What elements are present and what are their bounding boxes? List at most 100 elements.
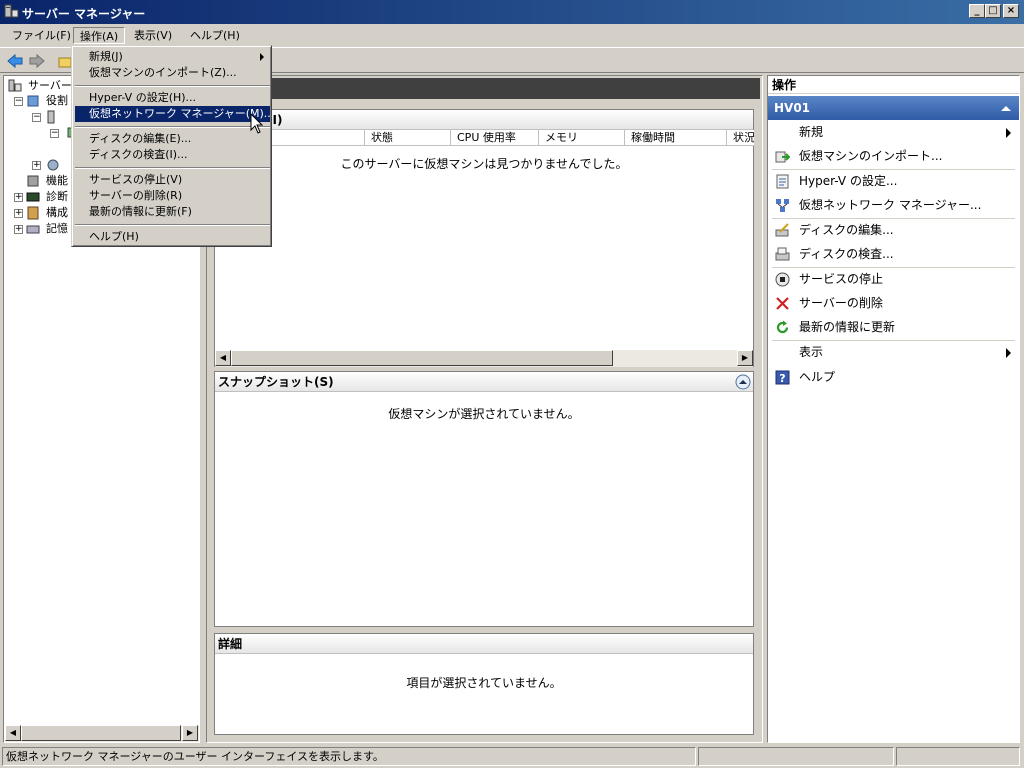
help-icon: ? xyxy=(775,370,790,385)
expand-icon[interactable]: + xyxy=(32,161,41,170)
action-help[interactable]: ? ヘルプ xyxy=(768,366,1019,388)
network-icon xyxy=(776,199,789,212)
submenu-arrow-icon xyxy=(260,53,264,61)
action-virtual-network-manager[interactable]: 仮想ネットワーク マネージャー... xyxy=(768,194,1019,216)
column-status[interactable]: 状況 xyxy=(727,130,754,146)
collapse-icon[interactable]: − xyxy=(32,113,41,122)
menu-item-virtual-network-manager[interactable]: 仮想ネットワーク マネージャー(M)... xyxy=(75,106,274,122)
forward-arrow-icon[interactable] xyxy=(28,52,46,70)
action-inspect-disk[interactable]: ディスクの検査... xyxy=(768,243,1019,265)
scroll-left-icon[interactable]: ◀ xyxy=(5,725,21,741)
status-cell-2 xyxy=(698,747,894,766)
actions-pane: 操作 HV01 新規 仮想マシンのインポート... Hyper-V の設定...… xyxy=(767,75,1020,743)
inspect-disk-icon xyxy=(775,247,790,261)
back-arrow-icon[interactable] xyxy=(6,52,24,70)
scroll-right-icon[interactable]: ▶ xyxy=(737,350,753,366)
menu-item-refresh[interactable]: 最新の情報に更新(F) xyxy=(75,204,270,220)
center-pane: (I) 状態 CPU 使用率 メモリ 稼働時間 状況 このサーバーに仮想マシンは… xyxy=(206,75,763,743)
action-refresh[interactable]: 最新の情報に更新 xyxy=(768,316,1019,338)
tree-item-label: サーバー xyxy=(28,79,72,92)
expand-icon[interactable]: + xyxy=(14,225,23,234)
column-memory[interactable]: メモリ xyxy=(539,130,625,146)
action-stop-service[interactable]: サービスの停止 xyxy=(768,268,1019,290)
menu-item-new[interactable]: 新規(J) xyxy=(75,49,270,65)
details-panel-header: 詳細 xyxy=(215,634,753,654)
vm-horizontal-scrollbar[interactable]: ◀ ▶ xyxy=(215,350,753,367)
scroll-right-icon[interactable]: ▶ xyxy=(182,725,198,741)
close-button[interactable]: × xyxy=(1003,4,1019,18)
menu-item-import-vm[interactable]: 仮想マシンのインポート(Z)... xyxy=(75,65,270,81)
settings-icon xyxy=(776,174,789,189)
menu-action[interactable]: 操作(A) xyxy=(73,27,126,44)
tree-horizontal-scrollbar[interactable]: ◀ ▶ xyxy=(5,725,199,742)
collapse-arrow-icon[interactable] xyxy=(1001,106,1011,111)
action-hyper-v-settings[interactable]: Hyper-V の設定... xyxy=(768,170,1019,192)
column-uptime[interactable]: 稼働時間 xyxy=(625,130,727,146)
status-cell-3 xyxy=(896,747,1020,766)
action-edit-disk[interactable]: ディスクの編集... xyxy=(768,219,1019,241)
server-manager-icon xyxy=(4,4,19,18)
delete-x-icon xyxy=(776,297,789,310)
status-text: 仮想ネットワーク マネージャーのユーザー インターフェイスを表示します。 xyxy=(2,747,696,766)
details-empty-message: 項目が選択されていません。 xyxy=(406,676,562,690)
expand-icon[interactable]: + xyxy=(14,209,23,218)
menu-item-stop-service[interactable]: サービスの停止(V) xyxy=(75,172,270,188)
edit-disk-icon xyxy=(775,223,789,237)
details-panel: 詳細 項目が選択されていません。 xyxy=(214,633,754,735)
configuration-icon xyxy=(27,206,39,220)
menu-view[interactable]: 表示(V) xyxy=(128,27,178,44)
action-import-vm[interactable]: 仮想マシンのインポート... xyxy=(768,145,1019,167)
scroll-left-icon[interactable]: ◀ xyxy=(215,350,231,366)
collapse-icon[interactable]: − xyxy=(50,129,59,138)
action-new[interactable]: 新規 xyxy=(768,121,1019,143)
menu-bar: ファイル(F) 操作(A) 表示(V) ヘルプ(H) xyxy=(0,24,1024,46)
submenu-arrow-icon xyxy=(1006,128,1011,138)
expand-icon[interactable]: + xyxy=(14,193,23,202)
svg-text:?: ? xyxy=(779,372,785,385)
role-icon xyxy=(47,159,59,171)
vm-empty-message: このサーバーに仮想マシンは見つかりませんでした。 xyxy=(340,157,628,171)
action-menu-dropdown: 新規(J) 仮想マシンのインポート(Z)... Hyper-V の設定(H)..… xyxy=(71,45,274,247)
menu-item-remove-server[interactable]: サーバーの削除(R) xyxy=(75,188,270,204)
hyper-v-icon xyxy=(47,110,55,124)
collapse-panel-icon[interactable] xyxy=(735,374,751,390)
action-view[interactable]: 表示 xyxy=(768,341,1019,363)
features-icon xyxy=(27,175,39,187)
scroll-thumb[interactable] xyxy=(231,350,613,366)
collapse-icon[interactable]: − xyxy=(14,97,23,106)
tree-item-label: 診断 xyxy=(46,190,68,203)
action-remove-server[interactable]: サーバーの削除 xyxy=(768,292,1019,314)
center-header-bar xyxy=(209,78,760,99)
minimize-button[interactable]: _ xyxy=(969,4,985,18)
window-title: サーバー マネージャー xyxy=(22,7,146,21)
server-manager-icon xyxy=(8,79,22,92)
storage-icon xyxy=(26,225,40,234)
import-icon xyxy=(775,151,790,163)
title-bar[interactable]: サーバー マネージャー _ □ × xyxy=(0,0,1024,24)
actions-server-group[interactable]: HV01 xyxy=(768,96,1019,120)
refresh-icon xyxy=(776,320,789,334)
roles-icon xyxy=(27,95,39,107)
scroll-thumb[interactable] xyxy=(21,725,181,741)
menu-separator xyxy=(75,224,270,226)
mouse-cursor-icon xyxy=(250,113,264,134)
column-state[interactable]: 状態 xyxy=(365,130,451,146)
diagnostics-icon xyxy=(26,192,40,202)
stop-icon xyxy=(775,272,790,287)
menu-item-inspect-disk[interactable]: ディスクの検査(I)... xyxy=(75,147,270,163)
snapshot-panel-header[interactable]: スナップショット(S) xyxy=(215,372,753,392)
menu-item-hyper-v-settings[interactable]: Hyper-V の設定(H)... xyxy=(75,90,270,106)
tree-item-label: 構成 xyxy=(46,206,68,219)
snapshot-empty-message: 仮想マシンが選択されていません。 xyxy=(388,407,580,421)
column-cpu[interactable]: CPU 使用率 xyxy=(451,130,539,146)
server-name: HV01 xyxy=(774,101,811,115)
menu-item-edit-disk[interactable]: ディスクの編集(E)... xyxy=(75,131,270,147)
menu-help[interactable]: ヘルプ(H) xyxy=(184,27,246,44)
menu-file[interactable]: ファイル(F) xyxy=(6,27,77,44)
snapshot-panel: スナップショット(S) 仮想マシンが選択されていません。 xyxy=(214,371,754,627)
actions-header: 操作 xyxy=(768,76,1019,94)
vm-panel-header: (I) xyxy=(215,110,753,130)
vm-panel: (I) 状態 CPU 使用率 メモリ 稼働時間 状況 このサーバーに仮想マシンは… xyxy=(214,109,754,367)
maximize-button[interactable]: □ xyxy=(985,4,1001,18)
menu-item-help[interactable]: ヘルプ(H) xyxy=(75,229,270,245)
